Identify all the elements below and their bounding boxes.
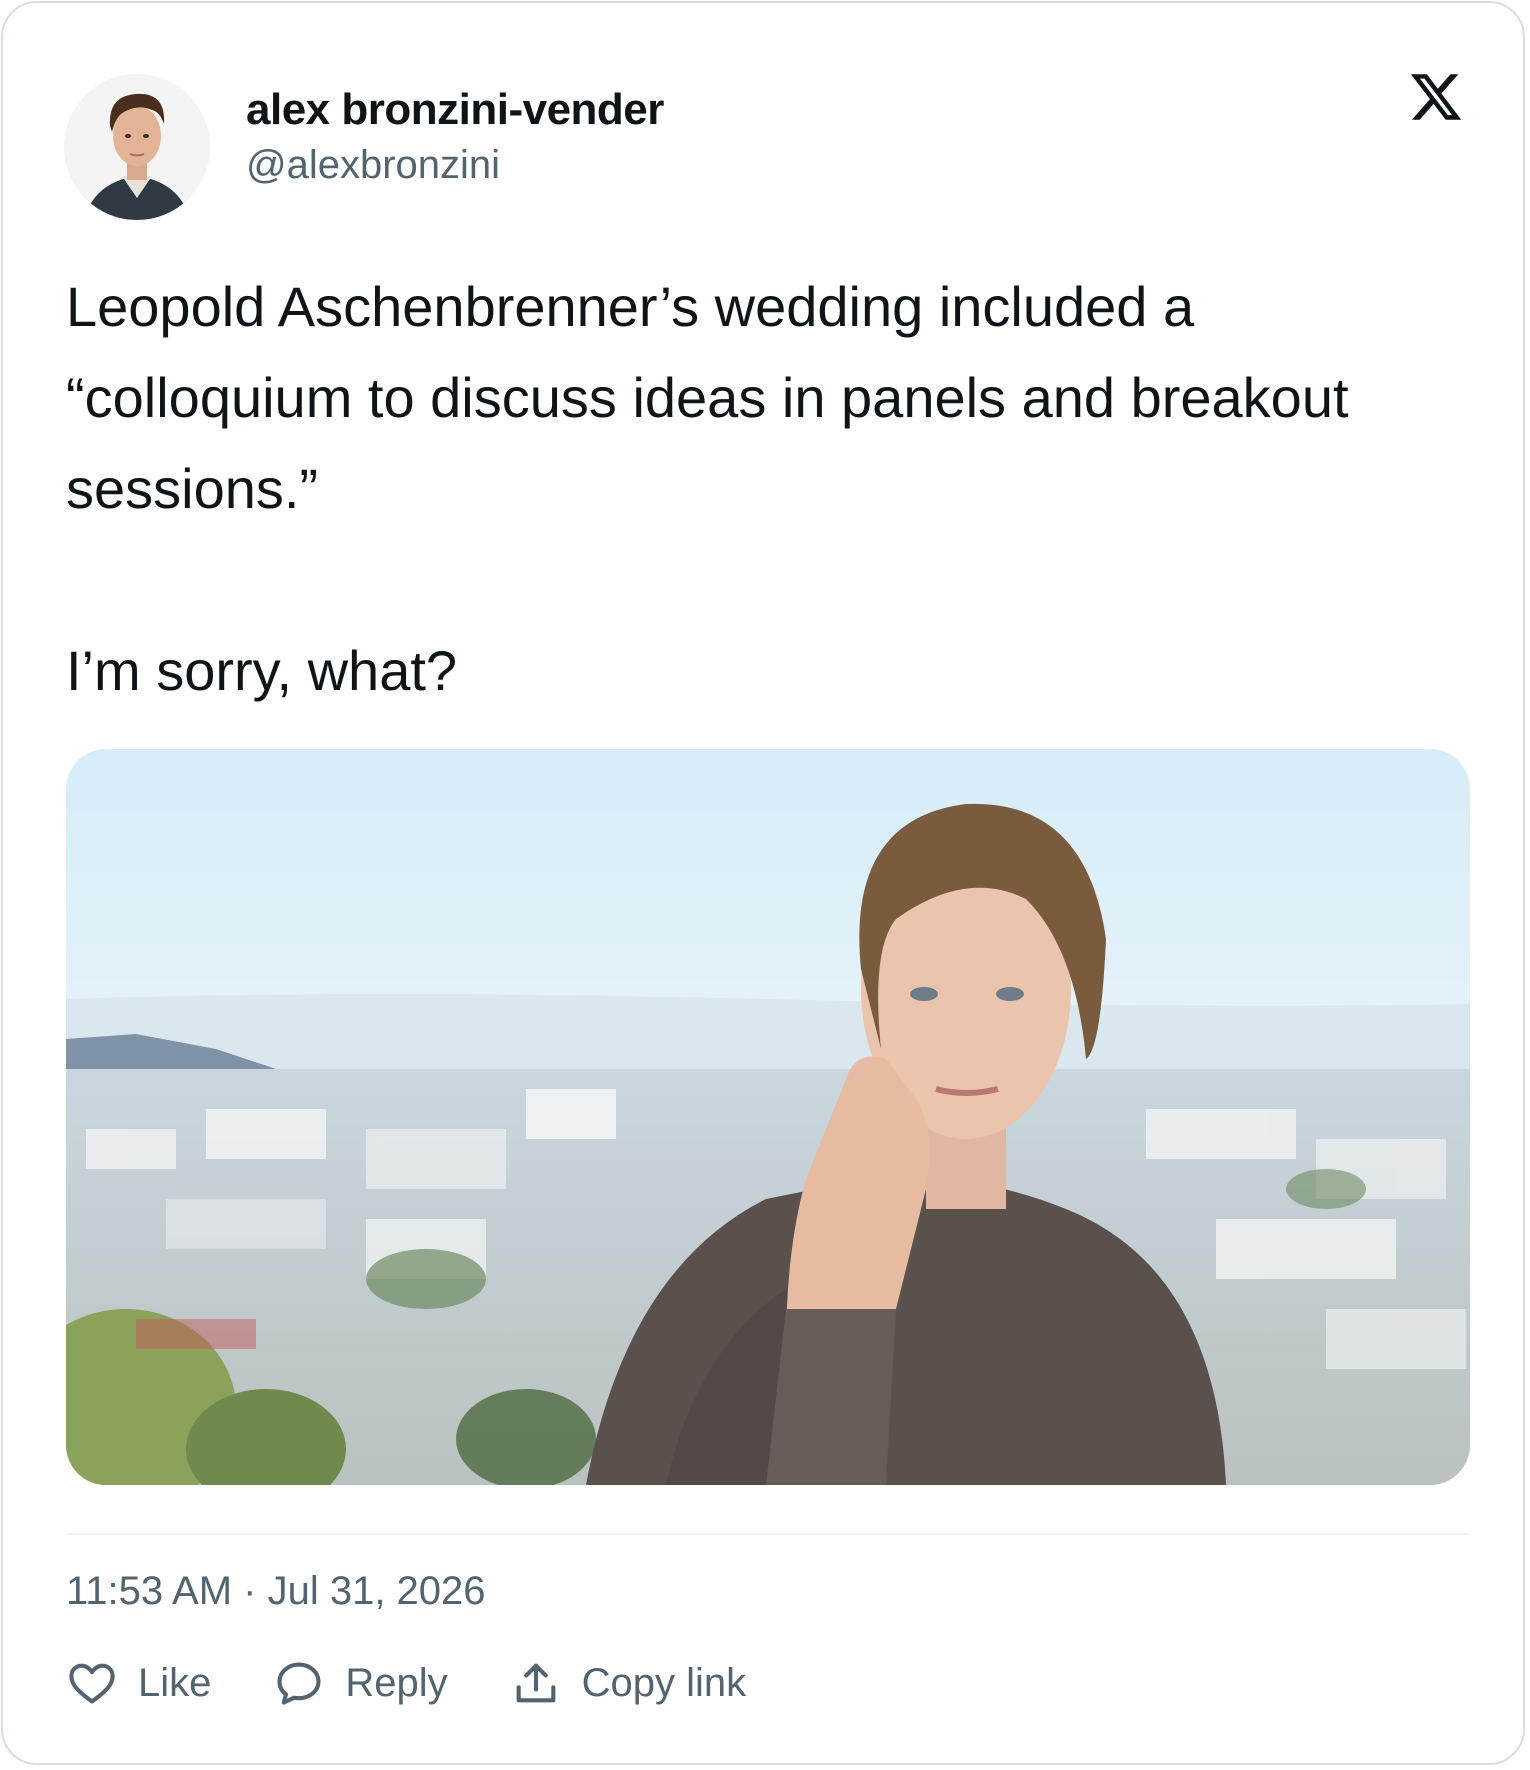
tweet-card: alex bronzini-vender @alexbronzini Leopo… bbox=[1, 1, 1525, 1765]
tweet-text-paragraph-2: I’m sorry, what? bbox=[66, 639, 458, 702]
speech-bubble-icon bbox=[277, 1662, 321, 1705]
author-display-name[interactable]: alex bronzini-vender bbox=[246, 85, 664, 135]
tweet-text-paragraph-1: Leopold Aschenbrenner’s wedding included… bbox=[66, 275, 1349, 520]
divider bbox=[66, 1533, 1470, 1535]
upload-icon bbox=[516, 1663, 556, 1703]
avatar-image bbox=[64, 74, 210, 220]
photo-image bbox=[66, 749, 1470, 1485]
author-avatar[interactable] bbox=[64, 74, 210, 220]
heart-icon bbox=[69, 1663, 115, 1704]
author-handle[interactable]: @alexbronzini bbox=[246, 143, 500, 188]
x-logo-icon[interactable] bbox=[1408, 69, 1464, 125]
like-button[interactable]: Like bbox=[66, 1657, 211, 1709]
tweet-text: Leopold Aschenbrenner’s wedding included… bbox=[66, 261, 1486, 716]
copy-link-button[interactable]: Copy link bbox=[510, 1657, 747, 1709]
tweet-photo[interactable] bbox=[66, 749, 1470, 1485]
tweet-timestamp[interactable]: 11:53 AM · Jul 31, 2026 bbox=[66, 1569, 486, 1614]
copy-link-label: Copy link bbox=[581, 1660, 747, 1705]
reply-button[interactable]: Reply bbox=[273, 1657, 448, 1709]
reply-label: Reply bbox=[345, 1660, 448, 1705]
like-label: Like bbox=[138, 1660, 212, 1705]
tweet-actions: Like Reply Copy link bbox=[66, 1653, 808, 1713]
